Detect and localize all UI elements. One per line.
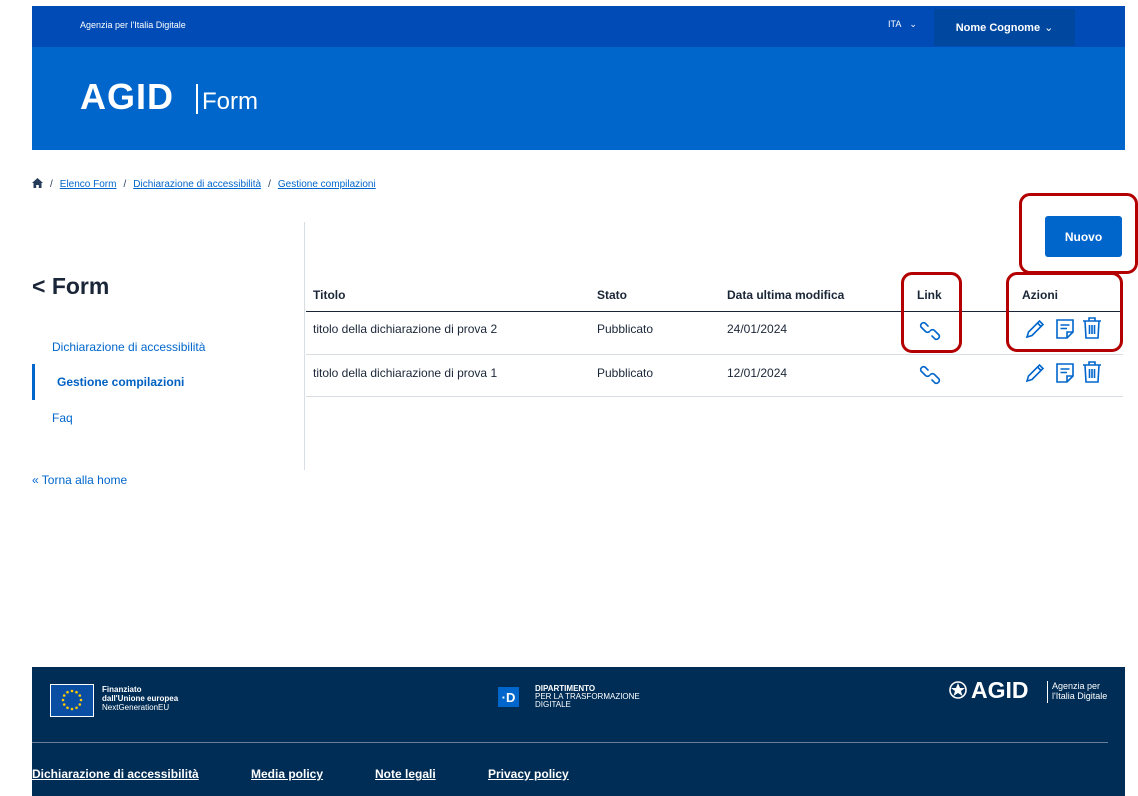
row-divider: [306, 396, 1123, 397]
trash-icon[interactable]: [1081, 360, 1103, 389]
footer-agid-text: Agenzia per l'Italia Digitale: [1052, 681, 1107, 701]
highlight-actions-column: [1006, 272, 1123, 352]
column-header-data: Data ultima modifica: [727, 288, 845, 302]
logo-form[interactable]: Form: [202, 88, 258, 116]
document-icon[interactable]: [1055, 362, 1075, 389]
sidebar-title[interactable]: < Form: [32, 273, 109, 300]
agid-line2: l'Italia Digitale: [1052, 691, 1108, 701]
language-selector[interactable]: ITA ⌄: [888, 19, 917, 30]
eu-line1: Finanziato: [102, 685, 142, 694]
row-title: titolo della dichiarazione di prova 2: [313, 322, 498, 336]
breadcrumb-elenco-form[interactable]: Elenco Form: [60, 179, 117, 190]
column-header-titolo: Titolo: [313, 288, 346, 302]
chevron-down-icon: ⌄: [1044, 22, 1054, 34]
agency-name[interactable]: Agenzia per l'Italia Digitale: [80, 20, 186, 30]
breadcrumb-dichiarazione[interactable]: Dichiarazione di accessibilità: [133, 179, 261, 190]
language-label: ITA: [888, 19, 901, 29]
sidebar-item-dichiarazione[interactable]: Dichiarazione di accessibilità: [52, 340, 205, 354]
footer-divider: [32, 742, 1108, 743]
breadcrumb-gestione-compilazioni[interactable]: Gestione compilazioni: [278, 179, 376, 190]
site-footer: Finanziato dall'Unione europea NextGener…: [32, 667, 1125, 796]
eu-line2: dall'Unione europea: [102, 694, 179, 703]
row-status: Pubblicato: [597, 366, 654, 380]
home-icon[interactable]: [32, 178, 43, 191]
row-divider: [306, 354, 1123, 355]
breadcrumb-separator: /: [268, 179, 271, 190]
dept-line3: DIGITALE: [535, 700, 571, 709]
footer-logo-separator: [1047, 681, 1048, 703]
row-title: titolo della dichiarazione di prova 1: [313, 366, 498, 380]
user-name: Nome Cognome: [955, 21, 1041, 34]
logo-separator: [196, 84, 198, 114]
dtd-text[interactable]: DIPARTIMENTO PER LA TRASFORMAZIONE DIGIT…: [535, 685, 640, 709]
sidebar-item-gestione-compilazioni[interactable]: Gestione compilazioni: [57, 375, 184, 389]
link-icon[interactable]: [918, 363, 942, 392]
breadcrumb: / Elenco Form / Dichiarazione di accessi…: [32, 178, 376, 191]
footer-agid-logo[interactable]: AGID: [971, 677, 1029, 704]
italy-emblem-icon: [948, 680, 968, 705]
agid-line1: Agenzia per: [1052, 681, 1101, 691]
dtd-logo-badge: ·D: [498, 687, 519, 707]
footer-link-accessibility[interactable]: Dichiarazione di accessibilità: [32, 767, 199, 781]
back-home-link[interactable]: « Torna alla home: [32, 473, 127, 487]
breadcrumb-separator: /: [123, 179, 127, 190]
breadcrumb-separator: /: [50, 179, 53, 190]
content-divider: [304, 222, 305, 470]
chevron-down-icon: ⌄: [909, 19, 917, 29]
table-header-line: [306, 311, 1123, 312]
sidebar-item-faq[interactable]: Faq: [52, 411, 73, 425]
highlight-link-column: [901, 272, 962, 353]
edit-icon[interactable]: [1024, 362, 1046, 389]
eu-funding-text[interactable]: Finanziato dall'Unione europea NextGener…: [102, 685, 178, 712]
footer-link-note-legali[interactable]: Note legali: [375, 767, 436, 781]
footer-link-privacy-policy[interactable]: Privacy policy: [488, 767, 569, 781]
sidebar-active-marker: [32, 364, 35, 400]
column-header-stato: Stato: [597, 288, 627, 302]
site-header: AGID Form: [32, 47, 1125, 150]
user-menu-button[interactable]: Nome Cognome ⌄: [934, 9, 1075, 46]
row-date: 12/01/2024: [727, 366, 788, 380]
highlight-new-button: [1019, 193, 1138, 274]
row-date: 24/01/2024: [727, 322, 788, 336]
top-bar: Agenzia per l'Italia Digitale ITA ⌄ Nome…: [32, 6, 1125, 47]
eu-flag-icon: [50, 684, 94, 717]
logo-agid[interactable]: AGID: [80, 76, 174, 118]
eu-line3: NextGenerationEU: [102, 703, 170, 712]
footer-link-media-policy[interactable]: Media policy: [251, 767, 323, 781]
row-status: Pubblicato: [597, 322, 654, 336]
